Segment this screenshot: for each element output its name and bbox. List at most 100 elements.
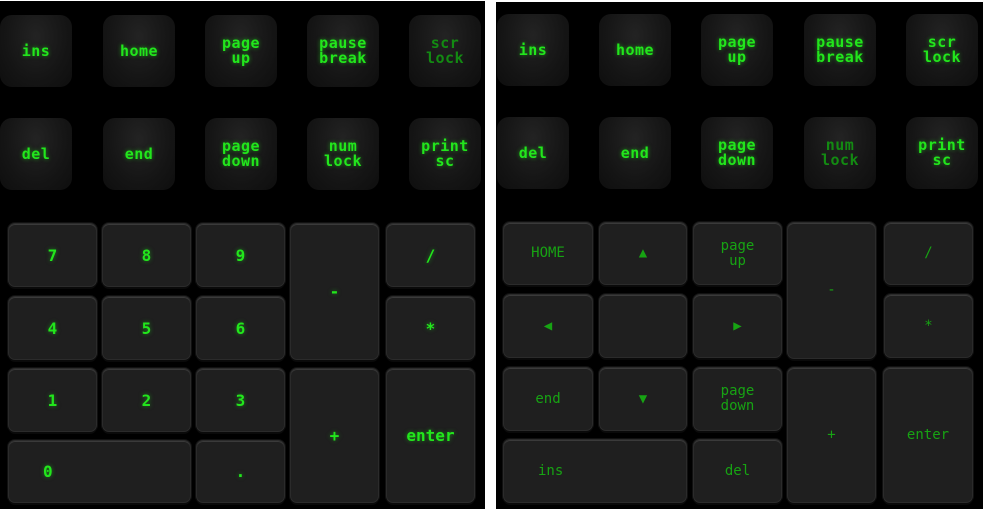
macro-key-ins[interactable]: ins bbox=[0, 15, 72, 87]
key-label: page down bbox=[720, 383, 755, 414]
key-label: ins bbox=[518, 40, 548, 59]
key-label: pause break bbox=[816, 33, 864, 66]
key-label: print sc bbox=[421, 137, 469, 170]
numpad-key-2[interactable]: 2 bbox=[102, 368, 191, 432]
macro-key-del[interactable]: del bbox=[497, 117, 569, 189]
key-label: print sc bbox=[918, 136, 966, 169]
numpad-key-8[interactable]: 8 bbox=[102, 223, 191, 287]
key-label: pause break bbox=[319, 34, 367, 67]
numpad-key-home[interactable]: HOME bbox=[503, 222, 593, 285]
numpad-key-plus[interactable]: + bbox=[787, 367, 876, 503]
key-label: page up bbox=[720, 237, 755, 269]
macro-key-del[interactable]: del bbox=[0, 118, 72, 190]
key-label: scr lock bbox=[922, 33, 962, 66]
key-label: + bbox=[827, 426, 836, 443]
key-label: del bbox=[724, 462, 751, 479]
numpad-key-divide[interactable]: / bbox=[884, 222, 973, 285]
macro-key-page-up[interactable]: page up bbox=[205, 15, 277, 87]
key-label: * bbox=[425, 318, 436, 338]
key-label: scr lock bbox=[425, 34, 465, 67]
key-label: - bbox=[827, 282, 836, 298]
key-label: ins bbox=[538, 462, 564, 479]
key-label: 3 bbox=[235, 390, 246, 410]
numpad-key-minus[interactable]: - bbox=[290, 223, 379, 360]
numpad-key-end[interactable]: end bbox=[503, 367, 593, 431]
key-label: 8 bbox=[141, 245, 152, 265]
key-label: / bbox=[924, 245, 933, 261]
numpad-key-down-arrow[interactable]: ▼ bbox=[599, 367, 687, 431]
numpad-key-plus[interactable]: + bbox=[290, 368, 379, 503]
key-label: del bbox=[518, 143, 548, 162]
key-label: num lock bbox=[323, 137, 363, 170]
macro-key-pause-break[interactable]: pause break bbox=[307, 15, 379, 87]
numpad-key-4[interactable]: 4 bbox=[8, 296, 97, 360]
macro-key-num-lock[interactable]: num lock bbox=[804, 117, 876, 189]
macro-key-ins[interactable]: ins bbox=[497, 14, 569, 86]
numpad-key-ins[interactable]: ins bbox=[503, 439, 687, 503]
keypad-panel-numlock-on: ins home page up pause break scr lock de… bbox=[0, 1, 485, 509]
numpad-key-9[interactable]: 9 bbox=[196, 223, 285, 287]
macro-key-home[interactable]: home bbox=[599, 14, 671, 86]
numpad-key-decimal[interactable]: . bbox=[196, 440, 285, 503]
key-label: num lock bbox=[820, 136, 860, 169]
macro-key-page-down[interactable]: page down bbox=[701, 117, 773, 189]
key-label: * bbox=[924, 317, 933, 334]
key-label: page down bbox=[221, 137, 261, 170]
macro-key-end[interactable]: end bbox=[103, 118, 175, 190]
key-label: end bbox=[620, 143, 650, 162]
key-label: 7 bbox=[47, 245, 58, 265]
key-label: end bbox=[535, 390, 561, 407]
numpad-key-0[interactable]: 0 bbox=[8, 440, 191, 503]
macro-key-page-down[interactable]: page down bbox=[205, 118, 277, 190]
down-arrow-icon: ▼ bbox=[638, 390, 648, 407]
key-label: - bbox=[329, 282, 340, 301]
macro-key-end[interactable]: end bbox=[599, 117, 671, 189]
macro-key-page-up[interactable]: page up bbox=[701, 14, 773, 86]
up-arrow-icon: ▲ bbox=[638, 245, 648, 261]
numpad-key-7[interactable]: 7 bbox=[8, 223, 97, 287]
macro-key-num-lock[interactable]: num lock bbox=[307, 118, 379, 190]
key-label: 1 bbox=[47, 390, 58, 410]
key-label: + bbox=[329, 426, 340, 445]
macro-key-scroll-lock[interactable]: scr lock bbox=[409, 15, 481, 87]
left-arrow-icon: ◀ bbox=[543, 317, 553, 334]
macro-key-home[interactable]: home bbox=[103, 15, 175, 87]
key-label: 5 bbox=[141, 318, 152, 338]
key-label: page down bbox=[717, 136, 757, 169]
numpad-key-up-arrow[interactable]: ▲ bbox=[599, 222, 687, 285]
right-arrow-icon: ▶ bbox=[733, 317, 742, 334]
key-label: HOME bbox=[531, 245, 565, 261]
numpad-key-multiply[interactable]: * bbox=[884, 294, 973, 358]
macro-key-scroll-lock[interactable]: scr lock bbox=[906, 14, 978, 86]
numpad-key-enter[interactable]: enter bbox=[883, 367, 973, 503]
numpad-key-6[interactable]: 6 bbox=[196, 296, 285, 360]
numpad-key-right-arrow[interactable]: ▶ bbox=[693, 294, 782, 358]
key-label: 4 bbox=[47, 318, 58, 338]
key-label: page up bbox=[221, 34, 261, 67]
numpad-key-minus[interactable]: - bbox=[787, 222, 876, 359]
numpad-key-1[interactable]: 1 bbox=[8, 368, 97, 432]
key-label: page up bbox=[717, 33, 757, 66]
numpad-key-del[interactable]: del bbox=[693, 439, 782, 503]
numpad-key-multiply[interactable]: * bbox=[386, 296, 475, 360]
numpad-key-enter[interactable]: enter bbox=[386, 368, 475, 503]
numpad-key-divide[interactable]: / bbox=[386, 223, 475, 287]
key-label: . bbox=[235, 462, 246, 481]
numpad-key-page-up[interactable]: page up bbox=[693, 222, 782, 285]
key-label: 2 bbox=[141, 390, 152, 410]
key-label: 6 bbox=[235, 318, 246, 338]
keypad-panel-numlock-off: ins home page up pause break scr lock de… bbox=[496, 2, 983, 509]
key-label: 0 bbox=[43, 462, 53, 481]
key-label: ins bbox=[21, 41, 51, 60]
numpad-key-left-arrow[interactable]: ◀ bbox=[503, 294, 593, 358]
numpad-key-3[interactable]: 3 bbox=[196, 368, 285, 432]
numpad-key-page-down[interactable]: page down bbox=[693, 367, 782, 431]
key-label: home bbox=[119, 41, 159, 60]
macro-key-print-screen[interactable]: print sc bbox=[409, 118, 481, 190]
numpad-key-center[interactable] bbox=[599, 294, 687, 358]
key-label: enter bbox=[406, 426, 455, 445]
macro-key-print-screen[interactable]: print sc bbox=[906, 117, 978, 189]
key-label: 9 bbox=[235, 245, 246, 265]
numpad-key-5[interactable]: 5 bbox=[102, 296, 191, 360]
macro-key-pause-break[interactable]: pause break bbox=[804, 14, 876, 86]
